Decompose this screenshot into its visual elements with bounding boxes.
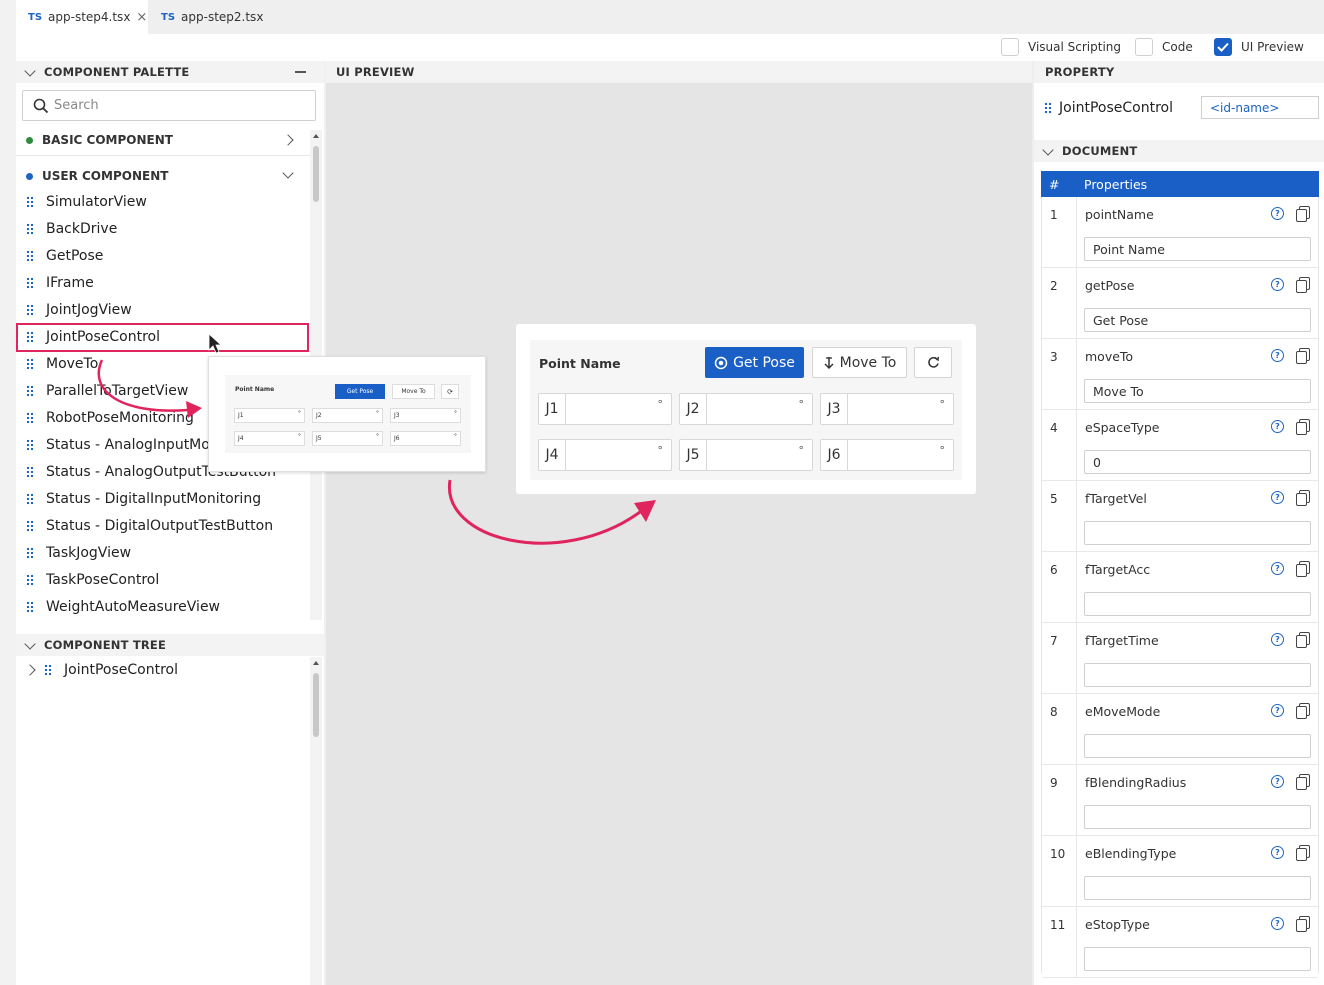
table-row: 9 fBlendingRadius? xyxy=(1042,765,1318,836)
selected-component: JointPoseControl xyxy=(1044,96,1173,119)
property-value-input[interactable] xyxy=(1084,663,1311,687)
row-number: 8 xyxy=(1042,694,1077,764)
id-name-input[interactable]: <id-name> xyxy=(1201,96,1319,119)
help-icon[interactable]: ? xyxy=(1271,420,1284,433)
property-value-input[interactable] xyxy=(1084,734,1311,758)
table-row: 6 fTargetAcc? xyxy=(1042,552,1318,623)
table-row: 8 eMoveMode? xyxy=(1042,694,1318,765)
section-title: DOCUMENT xyxy=(1062,144,1138,158)
component-name: JointPoseControl xyxy=(1059,99,1173,116)
copy-icon[interactable] xyxy=(1296,561,1310,577)
arrow-head-icon xyxy=(186,401,202,418)
row-number: 1 xyxy=(1042,197,1077,267)
section-title: PROPERTY xyxy=(1045,65,1115,79)
property-name: fBlendingRadius xyxy=(1085,775,1187,790)
properties-table-header: # Properties xyxy=(1041,171,1319,197)
column-header-number: # xyxy=(1049,177,1060,192)
property-name: fTargetVel xyxy=(1085,491,1147,506)
table-row: 11 eStopType? xyxy=(1042,907,1318,978)
copy-icon[interactable] xyxy=(1296,206,1310,222)
table-row: 7 fTargetTime? xyxy=(1042,623,1318,694)
row-number: 3 xyxy=(1042,339,1077,409)
help-icon[interactable]: ? xyxy=(1271,917,1284,930)
property-header: PROPERTY xyxy=(1034,61,1324,83)
property-name: moveTo xyxy=(1085,349,1134,364)
help-icon[interactable]: ? xyxy=(1271,491,1284,504)
table-row: 5 fTargetVel? xyxy=(1042,481,1318,552)
arrow-head-icon xyxy=(634,500,656,522)
copy-icon[interactable] xyxy=(1296,348,1310,364)
copy-icon[interactable] xyxy=(1296,277,1310,293)
copy-icon[interactable] xyxy=(1296,774,1310,790)
mouse-cursor-icon xyxy=(208,333,223,354)
help-icon[interactable]: ? xyxy=(1271,349,1284,362)
help-icon[interactable]: ? xyxy=(1271,633,1284,646)
property-value-input[interactable] xyxy=(1084,876,1311,900)
property-value-input[interactable]: 0 xyxy=(1084,450,1311,474)
table-row: 3 moveTo? Move To xyxy=(1042,339,1318,410)
property-name: getPose xyxy=(1085,278,1135,293)
row-number: 6 xyxy=(1042,552,1077,622)
property-name: fTargetAcc xyxy=(1085,562,1151,577)
property-name: fTargetTime xyxy=(1085,633,1159,648)
copy-icon[interactable] xyxy=(1296,419,1310,435)
table-row: 2 getPose? Get Pose xyxy=(1042,268,1318,339)
table-row: 1 pointName? Point Name xyxy=(1042,197,1318,268)
drag-arrow-2 xyxy=(448,479,641,545)
property-value-input[interactable]: Move To xyxy=(1084,379,1311,403)
row-number: 7 xyxy=(1042,623,1077,693)
chevron-down-icon xyxy=(1042,143,1054,156)
copy-icon[interactable] xyxy=(1296,703,1310,719)
table-row: 4 eSpaceType? 0 xyxy=(1042,410,1318,481)
property-name: eMoveMode xyxy=(1085,704,1161,719)
help-icon[interactable]: ? xyxy=(1271,846,1284,859)
row-number: 9 xyxy=(1042,765,1077,835)
copy-icon[interactable] xyxy=(1296,845,1310,861)
help-icon[interactable]: ? xyxy=(1271,562,1284,575)
property-name: eSpaceType xyxy=(1085,420,1160,435)
copy-icon[interactable] xyxy=(1296,916,1310,932)
help-icon[interactable]: ? xyxy=(1271,704,1284,717)
property-name: pointName xyxy=(1085,207,1154,222)
row-number: 4 xyxy=(1042,410,1077,480)
drag-arrow-1 xyxy=(97,359,189,412)
properties-table: 1 pointName? Point Name 2 getPose? Get Pose … xyxy=(1041,197,1319,978)
table-row: 10 eBlendingType? xyxy=(1042,836,1318,907)
property-name: eStopType xyxy=(1085,917,1150,932)
property-value-input[interactable] xyxy=(1084,805,1311,829)
property-value-input[interactable] xyxy=(1084,947,1311,971)
help-icon[interactable]: ? xyxy=(1271,775,1284,788)
row-number: 11 xyxy=(1042,907,1077,977)
property-value-input[interactable]: Get Pose xyxy=(1084,308,1311,332)
row-number: 5 xyxy=(1042,481,1077,551)
row-number: 10 xyxy=(1042,836,1077,906)
document-header[interactable]: DOCUMENT xyxy=(1034,140,1324,162)
copy-icon[interactable] xyxy=(1296,490,1310,506)
property-name: eBlendingType xyxy=(1085,846,1177,861)
column-header-properties: Properties xyxy=(1084,177,1148,192)
copy-icon[interactable] xyxy=(1296,632,1310,648)
drag-handle-icon xyxy=(1044,101,1052,114)
property-value-input[interactable]: Point Name xyxy=(1084,237,1311,261)
id-placeholder: <id-name> xyxy=(1210,100,1280,115)
property-value-input[interactable] xyxy=(1084,521,1311,545)
help-icon[interactable]: ? xyxy=(1271,278,1284,291)
property-value-input[interactable] xyxy=(1084,592,1311,616)
row-number: 2 xyxy=(1042,268,1077,338)
help-icon[interactable]: ? xyxy=(1271,207,1284,220)
